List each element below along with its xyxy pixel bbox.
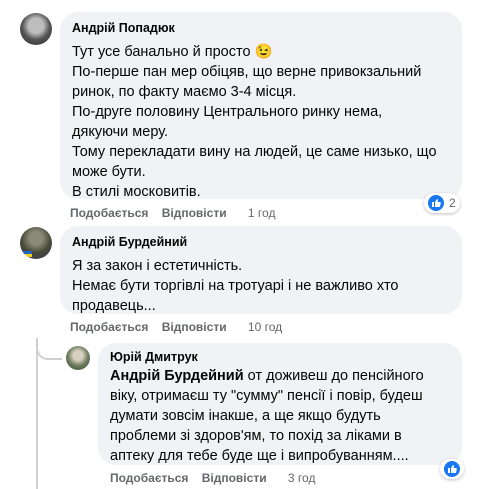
comment-bubble: Андрій Попадюк Тут усе банально й просто… bbox=[60, 12, 462, 200]
reply-actions: Подобається Відповісти 3 год bbox=[110, 470, 315, 486]
comment-text-line: По-друге половину Центрального ринку нем… bbox=[72, 104, 383, 120]
reaction-count: 2 bbox=[449, 196, 456, 210]
reply-text-line: думати зовсім інакше, а ще якщо будуть bbox=[110, 408, 381, 424]
comment-text-line: дякуючи меру. bbox=[72, 124, 169, 140]
thread-connector bbox=[36, 338, 38, 489]
comment-text-line: може бути. bbox=[72, 164, 146, 180]
reply-button[interactable]: Відповісти bbox=[202, 471, 267, 485]
mention-link[interactable]: Андрій Бурдейний bbox=[110, 368, 244, 384]
reply-bubble: Юрій Дмитрук Андрій Бурдейний от доживеш… bbox=[98, 343, 462, 465]
timestamp[interactable]: 10 год bbox=[248, 320, 282, 334]
comment-text-line: ринок, по факту маємо 3-4 місця. bbox=[72, 84, 297, 100]
reaction-summary[interactable]: 2 bbox=[424, 193, 460, 213]
comment-actions: Подобається Відповісти 1 год bbox=[70, 205, 275, 221]
comment-text-line: Я за закон і естетичність. bbox=[72, 258, 243, 274]
reply-text-line: аптеку для тебе буде ще і випробуванням.… bbox=[110, 448, 409, 464]
comment-text-line: По-перше пан мер обіцяв, що верне привок… bbox=[72, 64, 422, 80]
reply-text-line: віку, отримаєш ту "сумму" пенсії і повір… bbox=[110, 388, 423, 404]
reply-text-line: Андрій Бурдейний от доживеш до пенсійног… bbox=[110, 366, 450, 386]
reply-text: от доживеш до пенсійного bbox=[243, 368, 424, 384]
like-button[interactable]: Подобається bbox=[70, 206, 148, 220]
comment-author[interactable]: Андрій Попадюк bbox=[72, 20, 450, 36]
comment-text-line: Тут усе банально й просто 😉 bbox=[72, 44, 273, 60]
like-icon bbox=[444, 461, 460, 477]
avatar[interactable] bbox=[66, 346, 90, 370]
reply-author[interactable]: Юрій Дмитрук bbox=[110, 349, 450, 365]
reply-button[interactable]: Відповісти bbox=[162, 320, 227, 334]
reply-button[interactable]: Відповісти bbox=[162, 206, 227, 220]
comment-text-line: Немає бути торгівлі на тротуарі і не важ… bbox=[72, 278, 399, 294]
like-button[interactable]: Подобається bbox=[70, 320, 148, 334]
comment-bubble: Андрій Бурдейний Я за закон і естетичніс… bbox=[60, 226, 462, 314]
comment-text-line: Тому перекладати вину на людей, це саме … bbox=[72, 144, 437, 160]
thread-connector bbox=[36, 338, 62, 360]
avatar[interactable] bbox=[20, 13, 52, 45]
comment-text-line: продавець... bbox=[72, 298, 156, 314]
avatar[interactable] bbox=[20, 227, 52, 259]
timestamp[interactable]: 1 год bbox=[248, 206, 276, 220]
comment-actions: Подобається Відповісти 10 год bbox=[70, 319, 282, 335]
timestamp[interactable]: 3 год bbox=[288, 471, 316, 485]
reaction-summary[interactable] bbox=[440, 459, 464, 479]
flag-icon bbox=[23, 251, 32, 257]
like-button[interactable]: Подобається bbox=[110, 471, 188, 485]
comment-author[interactable]: Андрій Бурдейний bbox=[72, 234, 450, 250]
like-icon bbox=[428, 195, 444, 211]
comment-text-line: В стилі московитів. bbox=[72, 184, 201, 200]
reply-text-line: проблеми зі здоров'ям, то похід за лікам… bbox=[110, 428, 402, 444]
